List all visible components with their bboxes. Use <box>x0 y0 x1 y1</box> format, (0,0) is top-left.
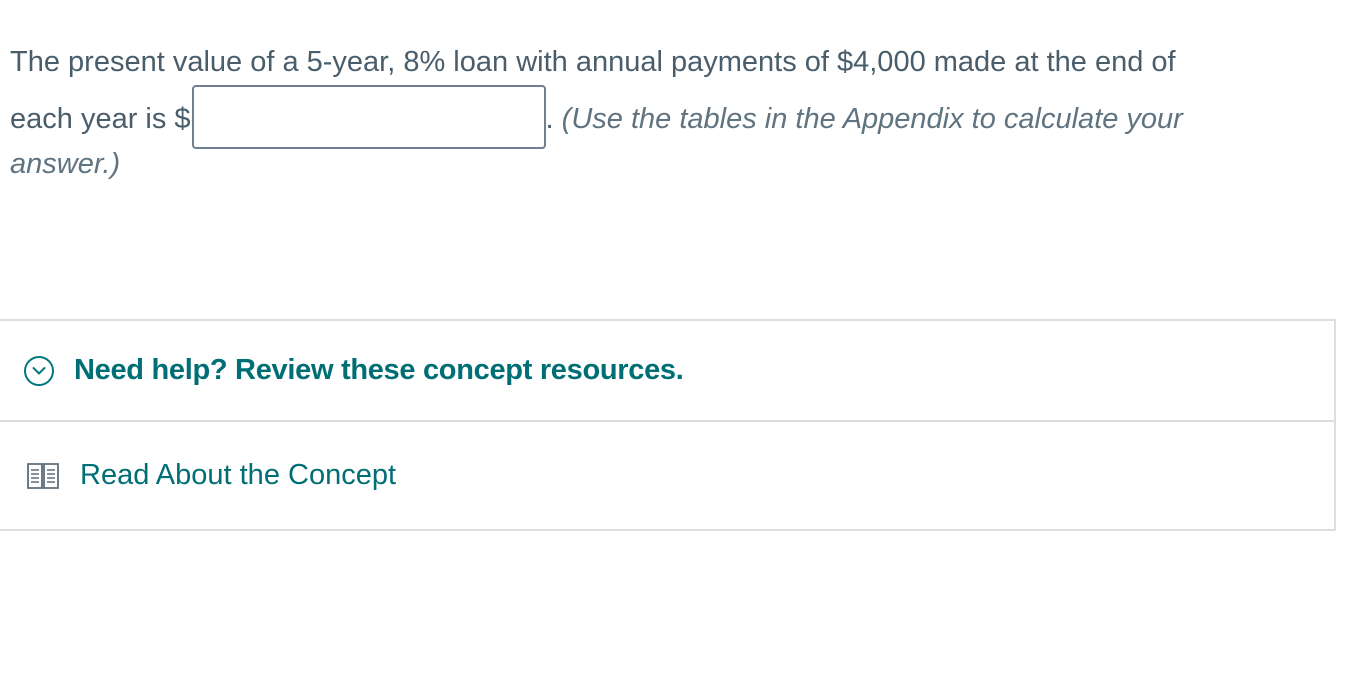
concept-resources-panel: Need help? Review these concept resource… <box>0 319 1336 531</box>
need-help-title: Need help? Review these concept resource… <box>74 354 684 386</box>
read-about-concept-label: Read About the Concept <box>80 459 397 491</box>
answer-input[interactable] <box>191 85 546 150</box>
book-icon <box>26 460 60 492</box>
question-line-1: The present value of a 5-year, 8% loan w… <box>10 46 1176 78</box>
need-help-toggle[interactable]: Need help? Review these concept resource… <box>0 321 1334 422</box>
question-prefix: each year is $ <box>10 103 191 135</box>
question-hint-continued: answer.) <box>10 148 121 180</box>
chevron-down-circle-icon <box>24 355 54 386</box>
read-about-concept-link[interactable]: Read About the Concept <box>0 422 1334 529</box>
question-hint: (Use the tables in the Appendix to calcu… <box>553 103 1183 135</box>
question-period: . <box>545 103 554 135</box>
question-text: The present value of a 5-year, 8% loan w… <box>10 36 1330 182</box>
question-line-2: each year is $. (Use the tables in the A… <box>10 85 1330 150</box>
